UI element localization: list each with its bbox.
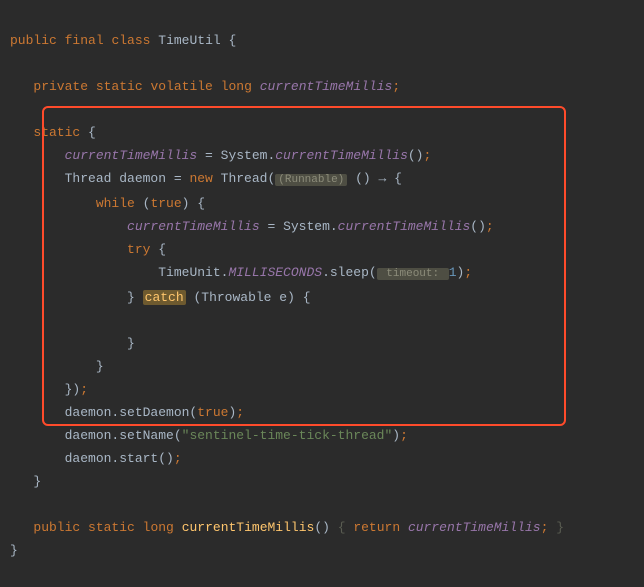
kw-catch: catch bbox=[143, 290, 186, 305]
cb: } bbox=[33, 474, 41, 489]
kw-volatile: volatile bbox=[150, 79, 212, 94]
kw-public: public bbox=[10, 33, 57, 48]
op: ( bbox=[135, 196, 151, 211]
kw-while: while bbox=[96, 196, 135, 211]
kw-public: public bbox=[33, 520, 80, 535]
static-call: currentTimeMillis bbox=[275, 148, 408, 163]
cp: ) { bbox=[182, 196, 205, 211]
param-hint: timeout: bbox=[377, 268, 449, 280]
call: daemon.setDaemon( bbox=[65, 405, 198, 420]
kw-true: true bbox=[197, 405, 228, 420]
brace: { bbox=[88, 125, 96, 140]
field: currentTimeMillis bbox=[65, 148, 198, 163]
call: daemon.setName( bbox=[65, 428, 182, 443]
cb: } bbox=[127, 290, 135, 305]
kw-try: try bbox=[127, 242, 150, 257]
thread-type: Thread bbox=[65, 171, 120, 186]
brace: { bbox=[229, 33, 237, 48]
ctor: Thread( bbox=[221, 171, 276, 186]
enum-const: MILLISECONDS bbox=[228, 265, 322, 280]
semi: ; bbox=[236, 405, 244, 420]
semi: ; bbox=[392, 79, 400, 94]
param-hint: (Runnable) bbox=[275, 174, 347, 186]
kw-final: final bbox=[65, 33, 104, 48]
catch-params: (Throwable e) { bbox=[186, 290, 311, 305]
eq: = bbox=[260, 219, 283, 234]
num-literal: 1 bbox=[449, 265, 457, 280]
kw-class: class bbox=[111, 33, 150, 48]
semi: ; bbox=[464, 265, 472, 280]
semi: ; bbox=[400, 428, 408, 443]
kw-return: return bbox=[353, 520, 400, 535]
semi: ; bbox=[174, 451, 182, 466]
method-name: currentTimeMillis bbox=[182, 520, 315, 535]
sys: System. bbox=[283, 219, 338, 234]
arrow: () → { bbox=[347, 171, 402, 186]
kw-new: new bbox=[189, 171, 212, 186]
class-name: TimeUtil bbox=[158, 33, 220, 48]
string-literal: "sentinel-time-tick-thread" bbox=[182, 428, 393, 443]
kw-static: static bbox=[33, 125, 80, 140]
kw-long: long bbox=[143, 520, 174, 535]
cb: } bbox=[10, 543, 18, 558]
sp bbox=[400, 520, 408, 535]
pp: () bbox=[408, 148, 424, 163]
code-block: public final class TimeUtil { private st… bbox=[0, 0, 644, 587]
var: daemon bbox=[119, 171, 166, 186]
field: currentTimeMillis bbox=[408, 520, 541, 535]
kw-static: static bbox=[96, 79, 143, 94]
cp: ) bbox=[392, 428, 400, 443]
static-call: currentTimeMillis bbox=[338, 219, 471, 234]
field: currentTimeMillis bbox=[127, 219, 260, 234]
cb: } bbox=[548, 520, 564, 535]
semi: ; bbox=[423, 148, 431, 163]
ob: { bbox=[150, 242, 166, 257]
call: daemon.start() bbox=[65, 451, 174, 466]
eq: = bbox=[197, 148, 220, 163]
cb: }) bbox=[65, 382, 81, 397]
sys: System. bbox=[221, 148, 276, 163]
field: currentTimeMillis bbox=[260, 79, 393, 94]
kw-long: long bbox=[221, 79, 252, 94]
sleep: .sleep( bbox=[322, 265, 377, 280]
semi: ; bbox=[486, 219, 494, 234]
kw-private: private bbox=[33, 79, 88, 94]
cb: } bbox=[127, 336, 135, 351]
sp bbox=[213, 171, 221, 186]
ob: { bbox=[330, 520, 353, 535]
kw-static: static bbox=[88, 520, 135, 535]
eq: = bbox=[166, 171, 189, 186]
pp: () bbox=[470, 219, 486, 234]
cb: } bbox=[96, 359, 104, 374]
semi: ; bbox=[80, 382, 88, 397]
pp: () bbox=[314, 520, 330, 535]
semi: ; bbox=[541, 520, 549, 535]
kw-true: true bbox=[150, 196, 181, 211]
timeunit: TimeUnit. bbox=[158, 265, 228, 280]
